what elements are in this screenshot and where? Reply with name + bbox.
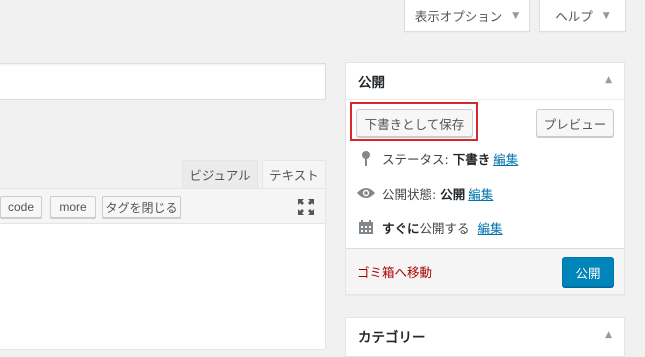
calendar-icon — [356, 217, 376, 237]
tab-visual[interactable]: ビジュアル — [182, 160, 258, 188]
visibility-value: 公開 — [440, 186, 466, 202]
editor-textarea[interactable] — [0, 224, 326, 350]
tab-text[interactable]: テキスト — [262, 160, 326, 188]
schedule-label: 公開する — [419, 220, 470, 236]
code-button[interactable]: code — [0, 196, 42, 218]
visibility-label: 公開状態: — [382, 186, 437, 202]
edit-status-link[interactable]: 編集 — [493, 149, 518, 168]
preview-button[interactable]: プレビュー — [536, 109, 614, 137]
move-to-trash-link[interactable]: ゴミ箱へ移動 — [357, 262, 432, 281]
category-box: カテゴリー ▲ — [345, 317, 625, 357]
pin-icon — [356, 148, 376, 168]
category-box-title: カテゴリー — [358, 330, 426, 346]
help-label: ヘルプ — [555, 9, 593, 24]
status-row: ステータス: 下書き 編集 — [356, 147, 518, 169]
display-options-label: 表示オプション — [414, 9, 503, 24]
display-options-tab[interactable]: 表示オプション ▼ — [404, 0, 530, 32]
edit-schedule-link[interactable]: 編集 — [478, 218, 503, 237]
publish-box-header[interactable]: 公開 ▲ — [346, 63, 624, 100]
eye-icon — [356, 183, 376, 203]
fullscreen-icon[interactable] — [296, 197, 316, 217]
schedule-row: すぐに 公開する 編集 — [356, 216, 503, 238]
close-tags-button[interactable]: タグを閉じる — [102, 196, 181, 218]
triangle-down-icon: ▼ — [512, 10, 520, 21]
publish-button[interactable]: 公開 — [562, 257, 614, 287]
category-box-header[interactable]: カテゴリー ▲ — [346, 318, 624, 354]
status-value: 下書き — [452, 151, 491, 167]
help-tab[interactable]: ヘルプ ▼ — [539, 0, 626, 32]
schedule-strong: すぐに — [382, 220, 420, 236]
edit-visibility-link[interactable]: 編集 — [468, 184, 493, 203]
post-title-input[interactable] — [0, 63, 326, 100]
status-label: ステータス: — [382, 151, 449, 167]
more-button[interactable]: more — [50, 196, 96, 218]
save-draft-button[interactable]: 下書きとして保存 — [356, 109, 473, 137]
visibility-row: 公開状態: 公開 編集 — [356, 182, 493, 204]
triangle-down-icon: ▼ — [602, 10, 610, 21]
toggle-arrow-icon[interactable]: ▲ — [605, 75, 612, 85]
toggle-arrow-icon[interactable]: ▲ — [605, 330, 612, 340]
publish-box-title: 公開 — [358, 75, 385, 91]
